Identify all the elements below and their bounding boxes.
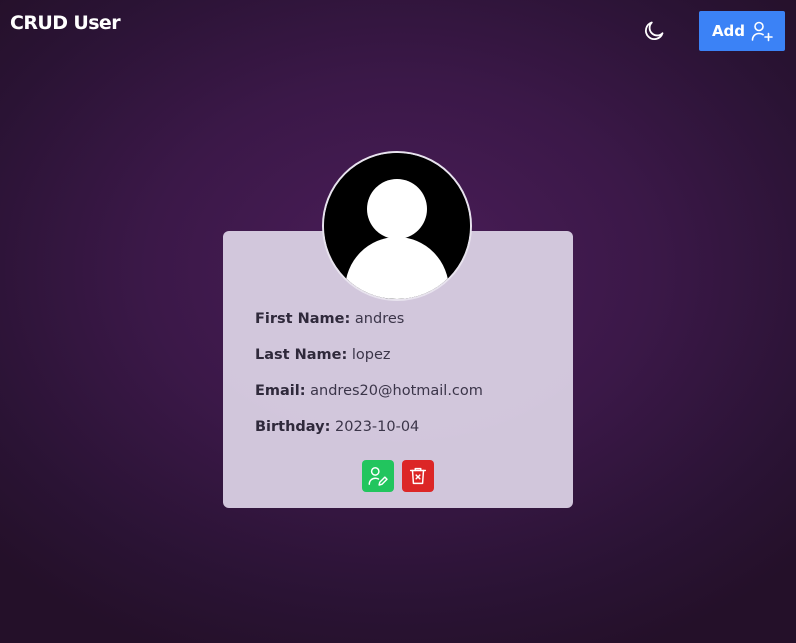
add-user-button[interactable]: Add [699, 11, 785, 51]
email-value: andres20@hotmail.com [310, 383, 483, 399]
user-plus-icon [750, 19, 774, 43]
birthday-label: Birthday: [255, 419, 331, 435]
trash-icon [409, 467, 427, 485]
add-button-label: Add [711, 22, 746, 40]
moon-icon [645, 21, 664, 40]
first-name-label: First Name: [255, 311, 351, 327]
last-name-field: Last Name: lopez [255, 347, 483, 383]
email-label: Email: [255, 383, 306, 399]
last-name-label: Last Name: [255, 347, 348, 363]
first-name-value: andres [354, 311, 405, 327]
edit-user-button[interactable] [362, 460, 394, 492]
email-field: Email: andres20@hotmail.com [255, 383, 483, 419]
last-name-value: lopez [351, 347, 391, 363]
theme-toggle-button[interactable] [640, 17, 668, 45]
user-avatar [322, 151, 472, 301]
user-details: First Name: andres Last Name: lopez Emai… [255, 311, 483, 455]
birthday-field: Birthday: 2023-10-04 [255, 419, 483, 455]
delete-user-button[interactable] [402, 460, 434, 492]
card-actions [362, 460, 434, 492]
user-avatar-icon [324, 153, 470, 299]
app-title: CRUD User [10, 12, 121, 34]
birthday-value: 2023-10-04 [335, 419, 420, 435]
user-edit-icon [368, 467, 388, 486]
first-name-field: First Name: andres [255, 311, 483, 347]
